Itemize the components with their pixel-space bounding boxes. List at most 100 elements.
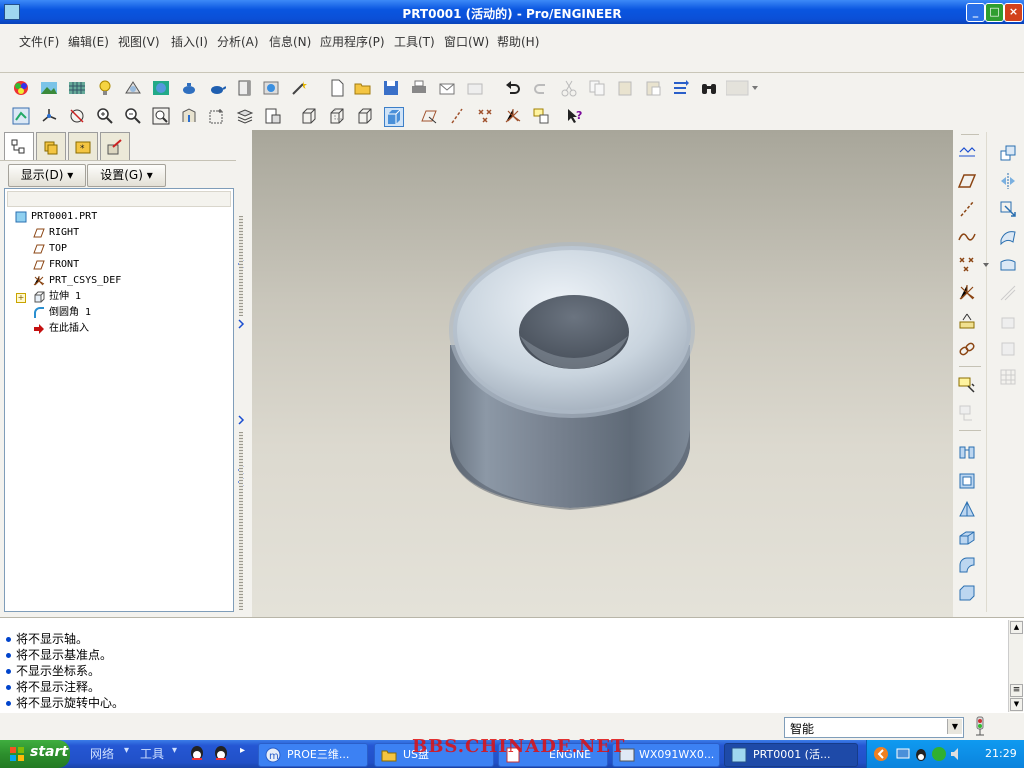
taskbar-task[interactable]: m PROE三维... [258,743,368,767]
no-hidden-icon[interactable] [356,107,374,125]
thicken-disabled-icon[interactable] [999,312,1017,330]
menu-applications[interactable]: 应用程序(P) [320,33,385,50]
photolux-icon[interactable] [262,79,280,97]
find-binoculars-icon[interactable] [700,79,718,97]
copy-icon[interactable] [588,79,606,97]
axis-tool-icon[interactable] [958,200,976,218]
refit-icon[interactable] [152,107,170,125]
qq-penguin-icon[interactable] [212,743,230,761]
title-bar[interactable]: PRT0001 (活动的) - Pro/ENGINEER _ □ × [0,0,1024,24]
menu-file[interactable]: 文件(F) [19,33,59,50]
chamfer-tool-icon[interactable] [958,584,976,602]
pattern-disabled-icon[interactable] [999,368,1017,386]
copy-geometry-icon[interactable] [999,144,1017,162]
orient-mode-icon[interactable] [68,107,86,125]
paste-icon[interactable] [616,79,634,97]
view-manager-icon[interactable] [264,107,282,125]
connection-tab[interactable] [100,132,130,160]
curve-tool-icon[interactable] [958,228,976,246]
csys-tool-icon[interactable] [958,284,976,302]
maximize-button[interactable]: □ [985,3,1004,22]
appearance-icon[interactable] [12,79,30,97]
send-mail-disabled-icon[interactable] [466,79,484,97]
folder-browser-tab[interactable] [36,132,66,160]
message-scrollbar[interactable]: ▲ ≡ ▼ [1008,620,1023,712]
paste-special-icon[interactable] [644,79,662,97]
teapot-region-icon[interactable] [208,79,226,97]
rib-tool-icon[interactable] [958,528,976,546]
model-tree-tab[interactable] [4,132,34,160]
room-icon[interactable] [124,79,142,97]
scene-icon[interactable] [40,79,58,97]
spin-center-icon[interactable] [40,107,58,125]
cut-icon[interactable] [560,79,578,97]
scroll-up-icon[interactable]: ▲ [1010,621,1023,634]
clock[interactable]: 21:29 [985,747,1017,760]
save-icon[interactable] [382,79,400,97]
datum-point-display-icon[interactable] [476,107,494,125]
render-globe-icon[interactable] [152,79,170,97]
trim-surface-icon[interactable] [999,228,1017,246]
qq-tray-icon[interactable] [913,746,929,762]
show-dropdown-button[interactable]: 显示(D) ▾ [8,164,86,187]
new-file-icon[interactable] [328,79,346,97]
menu-info[interactable]: 信息(N) [269,33,311,50]
light-bulb-icon[interactable] [96,79,114,97]
hidden-line-icon[interactable] [328,107,346,125]
send-mail-icon[interactable] [438,79,456,97]
selection-filter-select[interactable]: 智能 ▼ [784,717,964,738]
scroll-down-icon[interactable]: ▼ [1010,698,1023,711]
zoom-in-icon[interactable] [96,107,114,125]
sketch-disabled-icon[interactable] [958,404,976,422]
chain-link-icon[interactable] [958,340,976,358]
offset-disabled-icon[interactable] [999,284,1017,302]
menu-insert[interactable]: 插入(I) [171,33,208,50]
regenerate-icon[interactable] [672,79,690,97]
decal-icon[interactable] [236,79,254,97]
datum-plane-display-icon[interactable] [420,107,438,125]
chevron-down-icon[interactable]: ▼ [947,719,962,734]
datum-axis-display-icon[interactable] [448,107,466,125]
settings-dropdown-button[interactable]: 设置(G) ▾ [87,164,166,187]
csys-display-icon[interactable] [504,107,522,125]
reorient-icon[interactable] [180,107,198,125]
more-quick-launch-icon[interactable]: ▸ [240,745,245,756]
analysis-tool-icon[interactable] [958,312,976,330]
sketch-tool-icon[interactable] [958,376,976,394]
plane-tool-icon[interactable] [958,172,976,190]
undo-icon[interactable] [504,79,522,97]
scroll-grip-icon[interactable]: ≡ [1010,684,1023,697]
saved-views-icon[interactable] [208,107,226,125]
volume-tray-icon[interactable] [949,746,965,762]
start-button[interactable]: start [0,740,70,768]
redraw-icon[interactable] [12,107,30,125]
menu-help[interactable]: 帮助(H) [497,33,539,50]
annotation-display-icon[interactable] [532,107,550,125]
mirror-icon[interactable] [999,172,1017,190]
graphics-window[interactable] [252,130,953,617]
texture-icon[interactable] [68,79,86,97]
datum-plane-tool-icon[interactable] [958,144,976,162]
menu-window[interactable]: 窗口(W) [444,33,489,50]
context-help-icon[interactable]: ? [566,107,584,125]
round-tool-icon[interactable] [958,556,976,574]
wireframe-icon[interactable] [300,107,318,125]
shading-icon[interactable] [384,107,404,127]
taskbar-task[interactable]: WX091WX0... [612,743,720,767]
extrude-tool-icon[interactable] [958,444,976,462]
security-tray-icon[interactable] [931,746,947,762]
redo-icon[interactable] [532,79,550,97]
favorites-tab[interactable]: * [68,132,98,160]
teapot-render-icon[interactable] [180,79,198,97]
traffic-light-icon[interactable] [972,716,988,736]
zoom-out-icon[interactable] [124,107,142,125]
model-view[interactable] [252,130,953,617]
tray-collapse-icon[interactable] [873,746,889,762]
solidify-disabled-icon[interactable] [999,340,1017,358]
window-select-dropdown-icon[interactable] [726,79,760,97]
qq-penguin-icon[interactable] [188,743,206,761]
quick-launch-network[interactable]: 网络 [90,745,114,762]
revolve-tool-icon[interactable] [958,472,976,490]
merge-icon[interactable] [999,200,1017,218]
menu-edit[interactable]: 编辑(E) [68,33,109,50]
